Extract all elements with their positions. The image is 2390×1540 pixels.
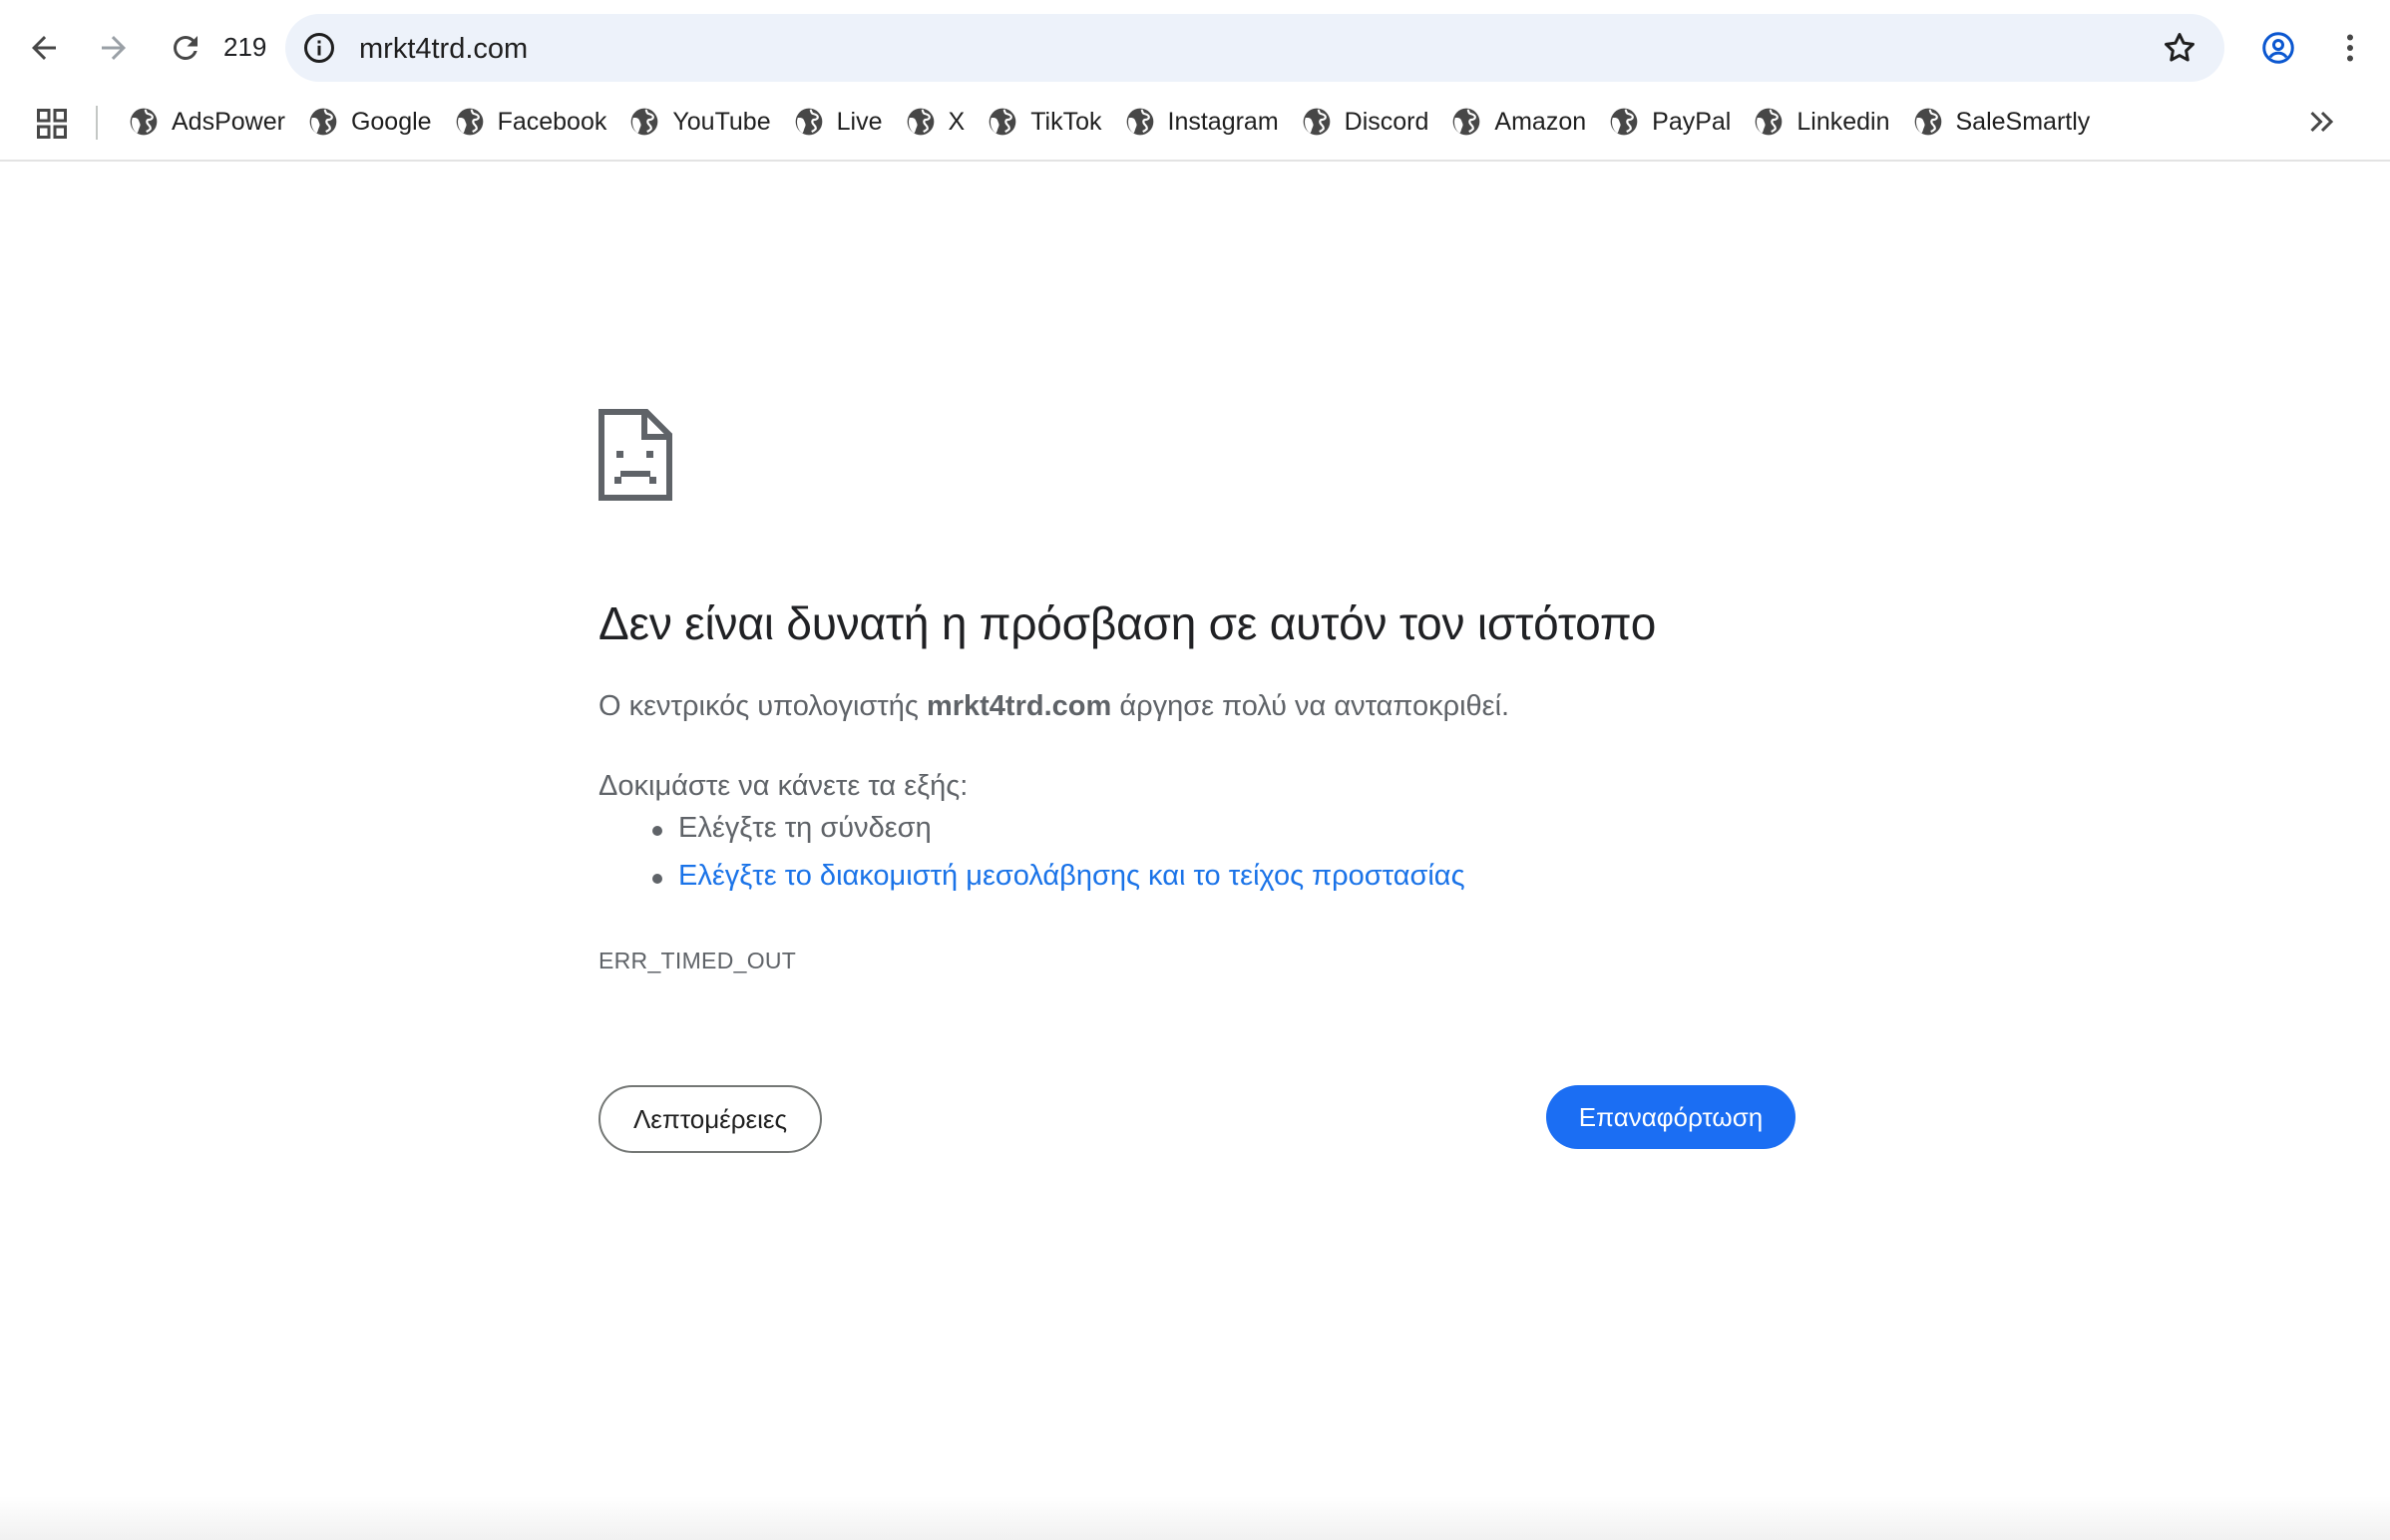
globe-icon [795, 108, 822, 136]
error-description: Ο κεντρικός υπολογιστής mrkt4trd.com άργ… [598, 690, 1509, 723]
info-icon[interactable] [301, 30, 337, 66]
error-description-suffix: άργησε πολύ να ανταποκριθεί. [1111, 690, 1510, 722]
globe-icon [1756, 108, 1783, 136]
bookmark-label: SaleSmartly [1955, 107, 2091, 136]
globe-icon [130, 108, 158, 136]
bookmark-item[interactable]: PayPal [1606, 96, 1747, 148]
back-button[interactable] [14, 18, 74, 78]
star-icon[interactable] [2161, 29, 2198, 67]
bookmark-item[interactable]: Amazon [1448, 96, 1602, 148]
bookmark-item[interactable]: Live [791, 96, 899, 148]
bookmark-item[interactable]: Facebook [452, 96, 623, 148]
globe-icon [907, 108, 934, 136]
bookmark-item[interactable]: Instagram [1122, 96, 1295, 148]
bookmark-label: TikTok [1030, 107, 1102, 136]
suggestions-list: Ελέγξτε τη σύνδεση Ελέγξτε το διακομιστή… [652, 812, 1465, 908]
bookmarks-bar: AdsPower Google Facebook YouTube Live X TikTok… [0, 96, 2390, 162]
address-text[interactable]: mrkt4trd.com [359, 33, 528, 66]
suggestions-heading: Δοκιμάστε να κάνετε τα εξής: [598, 770, 969, 802]
apps-grid-icon[interactable] [34, 106, 70, 142]
sad-page-icon [598, 409, 672, 501]
bookmarks-separator [96, 106, 98, 140]
error-code: ERR_TIMED_OUT [598, 948, 797, 973]
bookmark-label: Amazon [1494, 107, 1587, 136]
globe-icon [631, 108, 658, 136]
suggestion-check-proxy-link[interactable]: Ελέγξτε το διακομιστή μεσολάβησης και το… [652, 860, 1465, 908]
bookmark-item[interactable]: SaleSmartly [1910, 96, 2107, 148]
globe-icon [456, 108, 483, 136]
bookmark-item[interactable]: Discord [1299, 96, 1445, 148]
bookmark-label: Instagram [1167, 107, 1279, 136]
bookmark-item[interactable]: Google [305, 96, 448, 148]
profile-button[interactable] [2248, 18, 2308, 78]
error-host: mrkt4trd.com [926, 690, 1112, 722]
error-title: Δεν είναι δυνατή η πρόσβαση σε αυτόν τον… [598, 597, 1657, 649]
bookmark-label: Linkedin [1796, 107, 1890, 136]
reload-page-button[interactable]: Επαναφόρτωση [1546, 1085, 1795, 1149]
globe-icon [1126, 108, 1153, 136]
reload-icon [174, 35, 198, 60]
chevron-double-right-icon[interactable] [2304, 104, 2340, 140]
bookmark-item[interactable]: X [903, 96, 982, 148]
globe-icon [989, 108, 1016, 136]
arrow-right-icon [102, 36, 126, 60]
bookmark-item[interactable]: YouTube [626, 96, 786, 148]
details-button[interactable]: Λεπτομέρειες [598, 1085, 822, 1153]
bookmark-label: X [948, 107, 966, 136]
suggestion-check-connection: Ελέγξτε τη σύνδεση [652, 812, 1465, 860]
globe-icon [309, 108, 337, 136]
reload-button[interactable] [156, 18, 215, 78]
kebab-menu-icon [2347, 34, 2353, 62]
bookmark-label: Facebook [497, 107, 607, 136]
bookmark-list: AdsPower Google Facebook YouTube Live X TikTok… [126, 96, 2110, 148]
menu-button[interactable] [2320, 18, 2380, 78]
bookmark-label: Google [350, 107, 432, 136]
bookmark-label: AdsPower [172, 107, 285, 136]
error-description-prefix: Ο κεντρικός υπολογιστής [598, 690, 927, 722]
forward-button[interactable] [84, 18, 144, 78]
bookmark-label: PayPal [1652, 107, 1732, 136]
bookmark-label: YouTube [672, 107, 771, 136]
globe-icon [1303, 108, 1331, 136]
globe-icon [1610, 108, 1638, 136]
bottom-edge [0, 1496, 2390, 1540]
bookmark-label: Live [836, 107, 883, 136]
globe-icon [1453, 108, 1480, 136]
bookmark-item[interactable]: AdsPower [126, 96, 301, 148]
globe-icon [1914, 108, 1941, 136]
arrow-left-icon [32, 36, 56, 60]
browser-toolbar: 219 mrkt4trd.com [0, 0, 2390, 96]
bookmark-label: Discord [1344, 107, 1429, 136]
account-circle-icon [2262, 32, 2294, 64]
address-bar[interactable]: mrkt4trd.com [285, 14, 2224, 82]
bookmark-item[interactable]: Linkedin [1751, 96, 1905, 148]
bookmark-item[interactable]: TikTok [985, 96, 1117, 148]
reload-counter: 219 [223, 32, 267, 62]
